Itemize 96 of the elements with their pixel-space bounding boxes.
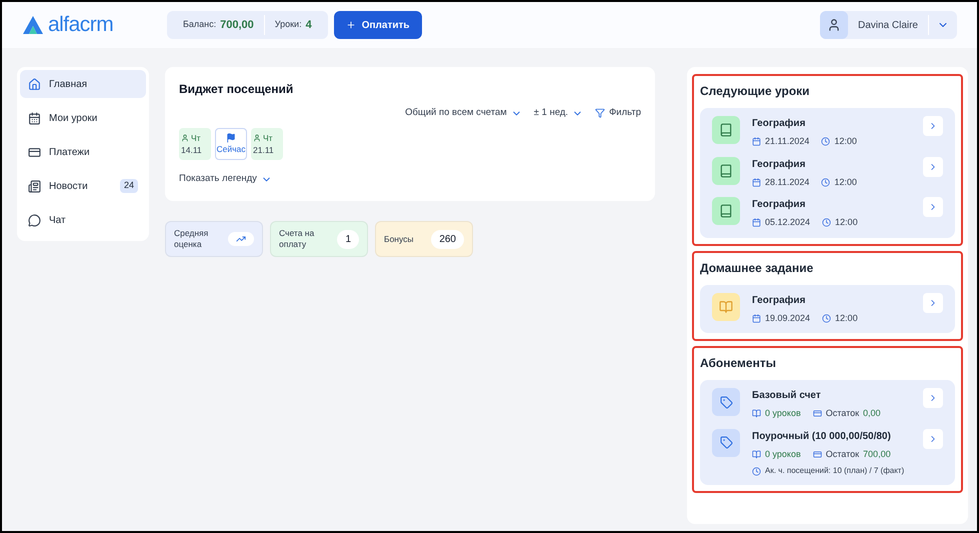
- book-icon: [712, 156, 740, 184]
- day-date: 21.11: [253, 144, 275, 157]
- book-icon: [752, 450, 761, 459]
- balance-label: Баланс:: [183, 18, 216, 32]
- lesson-date: 28.11.2024: [765, 176, 810, 188]
- calendar-icon: [752, 314, 761, 323]
- now-tile[interactable]: Сейчас: [215, 128, 247, 160]
- widget-title: Виджет посещений: [179, 81, 294, 98]
- attendance-day-tile[interactable]: Чт 21.11: [251, 128, 283, 160]
- clock-icon: [822, 314, 832, 323]
- visits-text: Ак. ч. посещений: 10 (план) / 7 (факт): [765, 465, 904, 477]
- card-icon: [812, 450, 822, 459]
- stat-label: Средняя оценка: [174, 228, 210, 250]
- lesson-date: 05.12.2024: [765, 216, 810, 229]
- clock-icon: [822, 218, 832, 228]
- day-label: Чт: [263, 132, 273, 144]
- sidebar-item[interactable]: Мои уроки: [20, 104, 146, 132]
- clock-icon: [821, 137, 830, 146]
- section-title: Следующие уроки: [700, 83, 811, 100]
- lesson-time: 12:00: [835, 216, 858, 229]
- tag-icon: [712, 388, 740, 416]
- clock-icon: [752, 466, 761, 476]
- section-title: Домашнее задание: [700, 260, 814, 276]
- lesson-date: 19.09.2024: [765, 312, 810, 324]
- day-date: 14.11: [181, 144, 203, 157]
- lesson-time: 12:00: [835, 312, 858, 324]
- attendance-day-tile[interactable]: Чт 14.11: [179, 128, 211, 160]
- subscription-name: Базовый счет: [752, 389, 822, 403]
- lessons-value: 4: [306, 18, 312, 33]
- calendar-icon: [752, 218, 761, 228]
- balance-value: 700,00: [220, 18, 254, 33]
- stat-card[interactable]: Счета на оплату 1: [270, 221, 368, 257]
- lesson-subject: География: [752, 117, 806, 131]
- tag-icon: [712, 428, 740, 456]
- user-name: Davina Claire: [856, 18, 919, 32]
- book-icon: [712, 197, 740, 225]
- open-button[interactable]: [923, 156, 943, 176]
- lesson-subject: География: [752, 294, 806, 308]
- filter-dropdown[interactable]: Общий по всем счетам: [405, 106, 522, 120]
- open-button[interactable]: [923, 292, 943, 312]
- clock-icon: [821, 178, 830, 187]
- filter-icon: [595, 108, 606, 118]
- stat-label: Бонусы: [384, 234, 415, 244]
- sidebar-item[interactable]: Чат: [20, 206, 146, 234]
- calendar-icon: [752, 137, 761, 146]
- balance-value: 0,00: [863, 407, 881, 420]
- filter-button[interactable]: Фильтр: [595, 106, 641, 120]
- newspaper-icon: [28, 180, 41, 192]
- sidebar-item[interactable]: Главная: [20, 70, 146, 98]
- section-title: Абонементы: [700, 355, 777, 372]
- card-icon: [28, 146, 41, 158]
- pay-button[interactable]: Оплатить: [334, 11, 422, 39]
- open-button[interactable]: [923, 116, 943, 136]
- calendar-icon: [752, 178, 761, 187]
- stat-value: 260: [431, 230, 464, 248]
- stat-card[interactable]: Средняя оценка: [165, 221, 263, 257]
- lesson-time: 12:00: [834, 135, 857, 148]
- day-label: Чт: [191, 132, 201, 144]
- lesson-subject: География: [752, 198, 806, 212]
- legend-toggle[interactable]: Показать легенду: [179, 172, 272, 186]
- filter-dropdown[interactable]: ± 1 нед.: [534, 106, 584, 120]
- lesson-subject: География: [752, 158, 806, 172]
- logo-icon: [22, 15, 44, 35]
- count-badge: 24: [120, 179, 138, 193]
- lesson-time: 12:00: [834, 176, 857, 188]
- balance-value: 700,00: [863, 448, 891, 460]
- open-book-icon: [712, 292, 740, 320]
- balance-label: Остаток: [826, 448, 860, 460]
- user-menu[interactable]: Davina Claire: [820, 11, 957, 39]
- lessons-count: 0 уроков: [765, 448, 801, 461]
- plus-icon: [346, 20, 356, 30]
- book-icon: [752, 409, 761, 418]
- stat-label: Счета на оплату: [279, 228, 316, 250]
- subscription-name: Поурочный (10 000,00/50/80): [752, 430, 892, 444]
- lessons-label: Уроки:: [274, 18, 302, 32]
- logo-text: alfacrm: [48, 12, 114, 38]
- home-icon: [28, 78, 41, 90]
- stat-value: 1: [337, 230, 359, 248]
- sidebar-item[interactable]: Новости 24: [20, 172, 146, 200]
- flag-icon: [226, 132, 236, 143]
- card-icon: [812, 409, 822, 418]
- open-button[interactable]: [923, 197, 943, 217]
- now-label: Сейчас: [216, 142, 246, 156]
- calendar-icon: [28, 112, 41, 124]
- balance-label: Остаток: [826, 407, 860, 420]
- user-icon: [820, 11, 848, 39]
- open-button[interactable]: [923, 428, 943, 448]
- lesson-date: 21.11.2024: [765, 135, 810, 148]
- person-icon: [253, 134, 261, 142]
- lessons-count: 0 уроков: [765, 407, 801, 420]
- person-icon: [181, 134, 189, 142]
- book-icon: [712, 116, 740, 144]
- stat-card[interactable]: Бонусы 260: [375, 221, 473, 257]
- open-button[interactable]: [923, 388, 943, 408]
- chat-bubble-icon: [28, 214, 41, 226]
- sidebar-item[interactable]: Платежи: [20, 138, 146, 166]
